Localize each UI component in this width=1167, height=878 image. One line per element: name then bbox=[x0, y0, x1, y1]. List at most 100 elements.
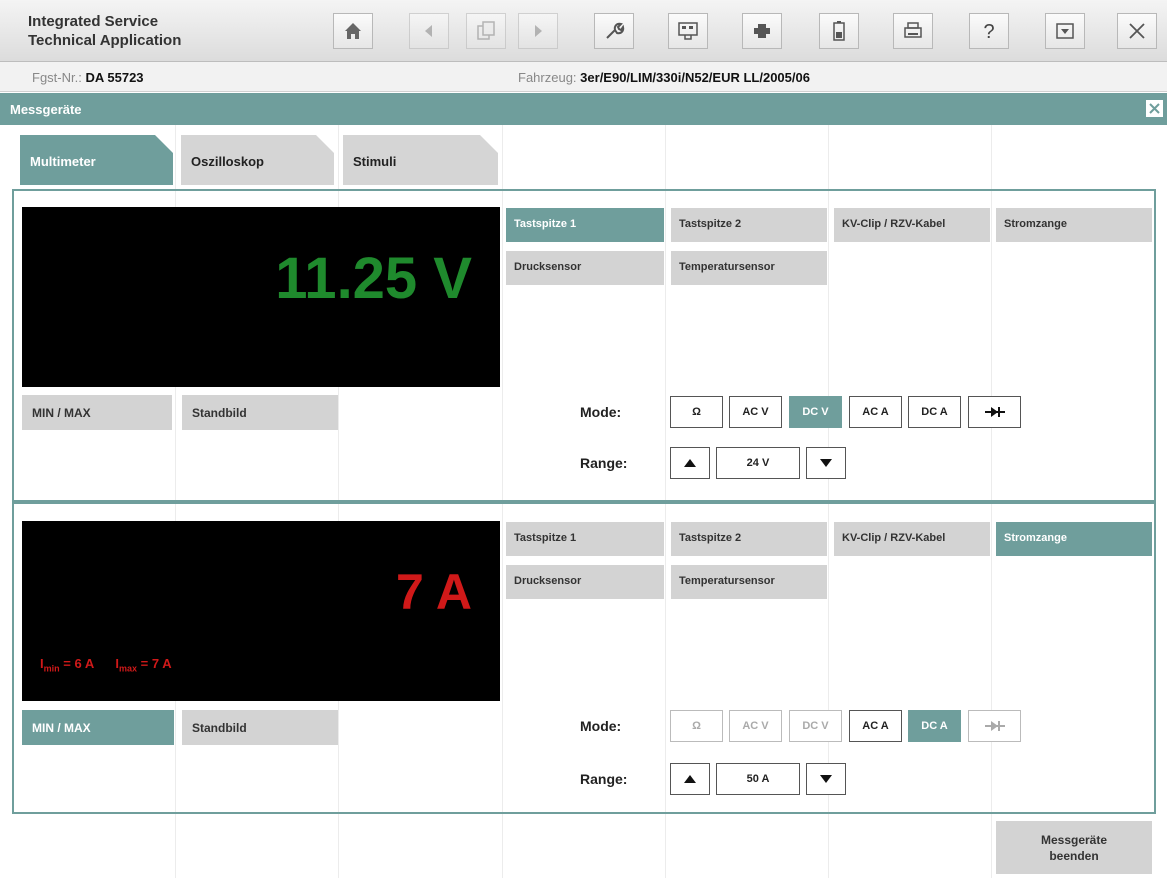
meter1-mode-diode[interactable] bbox=[968, 396, 1021, 428]
close-icon bbox=[1149, 103, 1160, 114]
connector-button[interactable] bbox=[742, 13, 782, 49]
meter2-range-down-button[interactable] bbox=[806, 763, 846, 795]
tab-stimuli[interactable]: Stimuli bbox=[343, 135, 498, 185]
close-app-button[interactable] bbox=[1117, 13, 1157, 49]
diode-icon bbox=[984, 721, 1005, 731]
vehicle-label: Fahrzeug: bbox=[518, 70, 577, 85]
meter2-mode-diode[interactable] bbox=[968, 710, 1021, 742]
meter1-probe-temperatursensor[interactable]: Temperatursensor bbox=[671, 251, 827, 285]
meter2-minmax-readout: Imin = 6 A Imax = 7 A bbox=[40, 656, 172, 674]
app-title-line2: Technical Application bbox=[28, 32, 182, 49]
arrow-down-icon bbox=[820, 775, 832, 783]
copy-button[interactable] bbox=[466, 13, 506, 49]
meter1-mode-ac-a[interactable]: AC A bbox=[849, 396, 902, 428]
meter2-range-value: 50 A bbox=[716, 763, 800, 795]
meter2-probe-tastspitze-2[interactable]: Tastspitze 2 bbox=[671, 522, 827, 556]
meter2-mode-ac-a[interactable]: AC A bbox=[849, 710, 902, 742]
meter1-range-value: 24 V bbox=[716, 447, 800, 479]
vin-value: DA 55723 bbox=[85, 70, 144, 85]
meter2-probe-stromzange[interactable]: Stromzange bbox=[996, 522, 1152, 556]
back-button[interactable] bbox=[409, 13, 449, 49]
vehicle-value: 3er/E90/LIM/330i/N52/EUR LL/2005/06 bbox=[580, 70, 810, 85]
section-close-button[interactable] bbox=[1146, 100, 1163, 117]
meter2-mode-ohm[interactable]: Ω bbox=[670, 710, 723, 742]
meter1-reading: 11.25 V bbox=[275, 246, 472, 311]
minimize-button[interactable] bbox=[1045, 13, 1085, 49]
arrow-up-icon bbox=[684, 459, 696, 467]
end-button-line1: Messgeräte bbox=[1040, 833, 1108, 847]
meter1-mode-ac-v[interactable]: AC V bbox=[729, 396, 782, 428]
meter2-min-value: = 6 A bbox=[59, 656, 94, 671]
meter2-min-sub: min bbox=[43, 663, 60, 674]
diode-icon bbox=[984, 407, 1005, 417]
battery-icon bbox=[833, 21, 845, 41]
meter1-probe-tastspitze-2[interactable]: Tastspitze 2 bbox=[671, 208, 827, 242]
meter2-minmax-button[interactable]: MIN / MAX bbox=[22, 710, 174, 745]
meter2-mode-dc-a[interactable]: DC A bbox=[908, 710, 961, 742]
home-button[interactable] bbox=[333, 13, 373, 49]
meter2-probe-drucksensor[interactable]: Drucksensor bbox=[506, 565, 664, 599]
print-button[interactable] bbox=[893, 13, 933, 49]
meter1-probe-stromzange[interactable]: Stromzange bbox=[996, 208, 1152, 242]
meter1-standbild-button[interactable]: Standbild bbox=[182, 395, 338, 430]
meter2-probe-tastspitze-1[interactable]: Tastspitze 1 bbox=[506, 522, 664, 556]
diagnosis-icon bbox=[678, 22, 698, 40]
section-title: Messgeräte bbox=[10, 102, 82, 117]
meter1-probe-tastspitze-1[interactable]: Tastspitze 1 bbox=[506, 208, 664, 242]
end-button-line2: beenden bbox=[1049, 849, 1099, 863]
meter2-max-value: = 7 A bbox=[137, 656, 172, 671]
vin-label: Fgst-Nr.: bbox=[32, 70, 82, 85]
close-icon bbox=[1129, 23, 1145, 39]
arrow-up-icon bbox=[684, 775, 696, 783]
service-button[interactable] bbox=[594, 13, 634, 49]
end-measurement-button[interactable]: Messgeräte beenden bbox=[996, 821, 1152, 874]
tab-stimuli-label: Stimuli bbox=[353, 154, 397, 169]
arrow-down-icon bbox=[820, 459, 832, 467]
meter1-probe-kv-clip[interactable]: KV-Clip / RZV-Kabel bbox=[834, 208, 990, 242]
wrench-icon bbox=[606, 22, 625, 39]
help-button[interactable]: ? bbox=[969, 13, 1009, 49]
forward-icon bbox=[535, 25, 542, 37]
toolbar: Integrated Service Technical Application… bbox=[0, 0, 1167, 62]
forward-button[interactable] bbox=[518, 13, 558, 49]
meter1-mode-dc-a[interactable]: DC A bbox=[908, 396, 961, 428]
meter2-range-up-button[interactable] bbox=[670, 763, 710, 795]
vehicle-info-bar: Fgst-Nr.: DA 55723 Fahrzeug: 3er/E90/LIM… bbox=[0, 62, 1167, 92]
svg-text:?: ? bbox=[983, 21, 994, 43]
meter1-range-up-button[interactable] bbox=[670, 447, 710, 479]
meter2-probe-kv-clip[interactable]: KV-Clip / RZV-Kabel bbox=[834, 522, 990, 556]
print-icon bbox=[904, 22, 922, 38]
meter1-mode-label: Mode: bbox=[580, 404, 622, 420]
meter1-mode-dc-v[interactable]: DC V bbox=[789, 396, 842, 428]
meter2-probe-temperatursensor[interactable]: Temperatursensor bbox=[671, 565, 827, 599]
help-icon: ? bbox=[983, 21, 994, 43]
meter2-mode-dc-v[interactable]: DC V bbox=[789, 710, 842, 742]
diagnosis-button[interactable] bbox=[668, 13, 708, 49]
vin-info: Fgst-Nr.: DA 55723 bbox=[32, 70, 144, 85]
meter1-range-down-button[interactable] bbox=[806, 447, 846, 479]
vehicle-info: Fahrzeug: 3er/E90/LIM/330i/N52/EUR LL/20… bbox=[518, 70, 810, 85]
meter1-mode-ohm[interactable]: Ω bbox=[670, 396, 723, 428]
meter1-probe-drucksensor[interactable]: Drucksensor bbox=[506, 251, 664, 285]
meter1-minmax-button[interactable]: MIN / MAX bbox=[22, 395, 172, 430]
meter1-range-label: Range: bbox=[580, 455, 628, 471]
tab-multimeter-label: Multimeter bbox=[30, 154, 96, 169]
app-title-line1: Integrated Service bbox=[28, 13, 159, 30]
meter2-range-label: Range: bbox=[580, 771, 628, 787]
meter2-max-sub: max bbox=[119, 663, 138, 674]
meter2-mode-ac-v[interactable]: AC V bbox=[729, 710, 782, 742]
meter2-reading: 7 A bbox=[396, 564, 472, 620]
tab-oszilloskop-label: Oszilloskop bbox=[191, 154, 264, 169]
app-title: Integrated Service Technical Application bbox=[28, 12, 181, 50]
battery-button[interactable] bbox=[819, 13, 859, 49]
tab-oszilloskop[interactable]: Oszilloskop bbox=[181, 135, 334, 185]
back-icon bbox=[425, 25, 432, 37]
meter1-display: 11.25 V bbox=[22, 207, 500, 387]
meter2-display: 7 A Imin = 6 A Imax = 7 A bbox=[22, 521, 500, 701]
minimize-icon bbox=[1056, 23, 1074, 39]
tab-multimeter[interactable]: Multimeter bbox=[20, 135, 173, 185]
meter2-mode-label: Mode: bbox=[580, 718, 622, 734]
meter2-standbild-button[interactable]: Standbild bbox=[182, 710, 338, 745]
connector-icon bbox=[754, 24, 770, 38]
section-header: Messgeräte bbox=[0, 93, 1167, 125]
